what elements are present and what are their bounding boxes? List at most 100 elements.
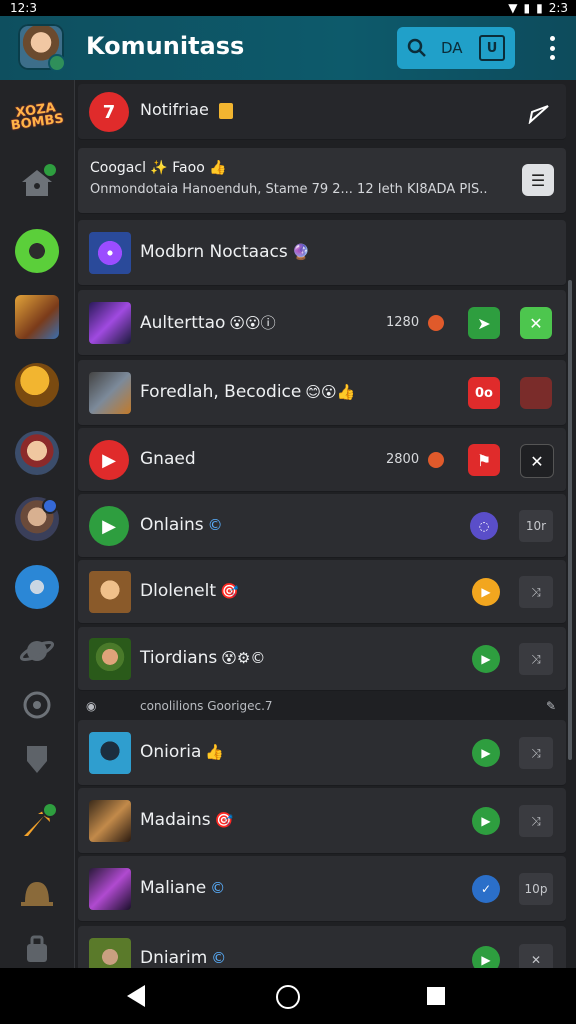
shuffle-icon[interactable]: ⤨ <box>519 643 553 675</box>
rank-button[interactable]: 10p <box>519 873 553 905</box>
sidebar-item-2[interactable] <box>14 294 60 340</box>
list-item-title: Maliane © <box>140 878 226 898</box>
list-item[interactable]: Modbrn Noctaacs 🔮 <box>78 220 566 286</box>
home-button-icon[interactable] <box>276 985 300 1009</box>
search-button[interactable]: DA U <box>397 27 515 69</box>
game-thumb-icon <box>89 732 131 774</box>
back-icon[interactable] <box>127 985 145 1007</box>
edit-icon[interactable]: ✎ <box>546 699 556 713</box>
list-item-title: Onlains © <box>140 515 223 535</box>
search-icon <box>407 38 426 57</box>
list-item-title: Onioria 👍 <box>140 742 225 762</box>
sidebar-logo[interactable]: XOZA BOMBS <box>10 94 65 140</box>
flag-button[interactable]: ⚑ <box>468 444 500 476</box>
info-card-subtitle: Onmondotaia Hanoenduh, Stame 79 2... 12 … <box>90 182 488 197</box>
online-indicator <box>48 54 66 72</box>
info-card-title: Coogacl ✨ Faoo 👍 <box>90 160 227 176</box>
shuffle-icon[interactable]: ⤨ <box>519 805 553 837</box>
list-item[interactable]: Maliane © ✓ 10p <box>78 856 566 922</box>
rank-button[interactable]: 10r <box>519 510 553 542</box>
more-options-icon[interactable] <box>548 36 556 60</box>
game-thumb-icon <box>89 800 131 842</box>
user-badge-icon: U <box>479 35 505 61</box>
list-item-title: Modbrn Noctaacs 🔮 <box>140 242 311 262</box>
list-item-title: Dniarim © <box>140 948 227 968</box>
sidebar-item-5[interactable] <box>14 496 60 542</box>
bag-icon <box>27 935 47 962</box>
fire-icon <box>428 452 444 468</box>
wifi-icon: ▼ <box>508 1 518 15</box>
play-icon[interactable]: ▶ <box>472 946 500 968</box>
sidebar-item-helmet[interactable] <box>14 870 60 916</box>
shuffle-icon[interactable]: ⤨ <box>519 576 553 608</box>
hero-avatar-icon <box>15 431 59 475</box>
list-item[interactable]: Aulterttao 😮😮ⓘ 1280 ➤ ✕ <box>78 290 566 356</box>
item-count: 1280 <box>386 315 420 330</box>
game-thumb-icon <box>89 302 131 344</box>
crossbow-icon <box>15 295 59 339</box>
news-icon[interactable]: ☰ <box>522 164 554 196</box>
play-icon: ▶ <box>89 506 129 546</box>
info-icon: ◉ <box>86 699 97 713</box>
list-item[interactable]: Dniarim © ▶ ✕ <box>78 926 566 968</box>
record-button[interactable]: 0o <box>468 377 500 409</box>
sidebar-item-target[interactable] <box>14 682 60 728</box>
sidebar-item-planet[interactable] <box>14 628 60 674</box>
close-button[interactable]: ✕ <box>519 944 553 968</box>
status-time: 12:3 <box>10 1 37 15</box>
recents-icon[interactable] <box>427 987 445 1005</box>
play-icon: ▶ <box>89 440 129 480</box>
sync-icon[interactable]: ◌ <box>470 512 498 540</box>
gun-green-icon <box>15 229 59 273</box>
user-avatar[interactable] <box>18 24 66 72</box>
system-nav-bar <box>0 968 576 1024</box>
send-icon[interactable] <box>528 104 550 124</box>
play-icon[interactable]: ▶ <box>472 739 500 767</box>
sidebar-item-home[interactable] <box>14 160 60 206</box>
list-item-title: Dlolenelt 🎯 <box>140 581 239 601</box>
play-icon[interactable]: ▶ <box>472 645 500 673</box>
play-button[interactable]: ➤ <box>468 307 500 339</box>
sidebar-item-4[interactable] <box>14 430 60 476</box>
list-item-title: Aulterttao 😮😮ⓘ <box>140 313 276 333</box>
list-item-title: Foredlah, Becodice 😊😮👍 <box>140 382 356 402</box>
list-item-title: Madains 🎯 <box>140 810 234 830</box>
game-thumb-icon <box>89 638 131 680</box>
sidebar-item-bag[interactable] <box>14 926 60 972</box>
close-button[interactable]: ✕ <box>520 444 554 478</box>
stop-button[interactable] <box>520 377 552 409</box>
play-icon[interactable]: ▶ <box>472 807 500 835</box>
list-item[interactable]: Foredlah, Becodice 😊😮👍 0o <box>78 360 566 426</box>
info-card[interactable]: Coogacl ✨ Faoo 👍 Onmondotaia Hanoenduh, … <box>78 148 566 214</box>
status-icons: ▼ ▮ ▮ 2:3 <box>508 0 568 16</box>
check-icon[interactable]: ✓ <box>472 875 500 903</box>
list-item[interactable]: ▶ Gnaed 2800 ⚑ ✕ <box>78 428 566 492</box>
notification-icon: 7 <box>89 92 129 132</box>
app-bar: Komunitass DA U <box>0 16 576 80</box>
battery-icon: ▮ <box>536 1 543 15</box>
sticker-icon <box>219 103 233 119</box>
notification-dot <box>42 162 58 178</box>
robot-icon <box>15 363 59 407</box>
sidebar-item-1[interactable] <box>14 228 60 274</box>
planet-icon <box>19 641 55 661</box>
list-item[interactable]: Dlolenelt 🎯 ▶ ⤨ <box>78 560 566 624</box>
close-button[interactable]: ✕ <box>520 307 552 339</box>
fire-icon <box>428 315 444 331</box>
sidebar-item-arrow[interactable] <box>14 800 60 846</box>
scrollbar[interactable] <box>568 280 572 760</box>
play-icon[interactable]: ▶ <box>472 578 500 606</box>
list-item[interactable]: Onioria 👍 ▶ ⤨ <box>78 720 566 786</box>
status-right-text: 2:3 <box>548 1 568 15</box>
list-item[interactable]: Tiordians 😵⚙︎© ▶ ⤨ <box>78 627 566 691</box>
list-item[interactable]: Madains 🎯 ▶ ⤨ <box>78 788 566 854</box>
sidebar-item-6[interactable] <box>14 564 60 610</box>
swords-icon <box>15 565 59 609</box>
game-thumb-icon <box>89 372 131 414</box>
list-item[interactable]: ▶ Onlains © ◌ 10r <box>78 494 566 558</box>
sidebar-item-shield[interactable] <box>14 736 60 782</box>
sidebar-item-3[interactable] <box>14 362 60 408</box>
list-item-title: Tiordians 😵⚙︎© <box>140 648 266 668</box>
shuffle-icon[interactable]: ⤨ <box>519 737 553 769</box>
badge-dot <box>42 498 58 514</box>
